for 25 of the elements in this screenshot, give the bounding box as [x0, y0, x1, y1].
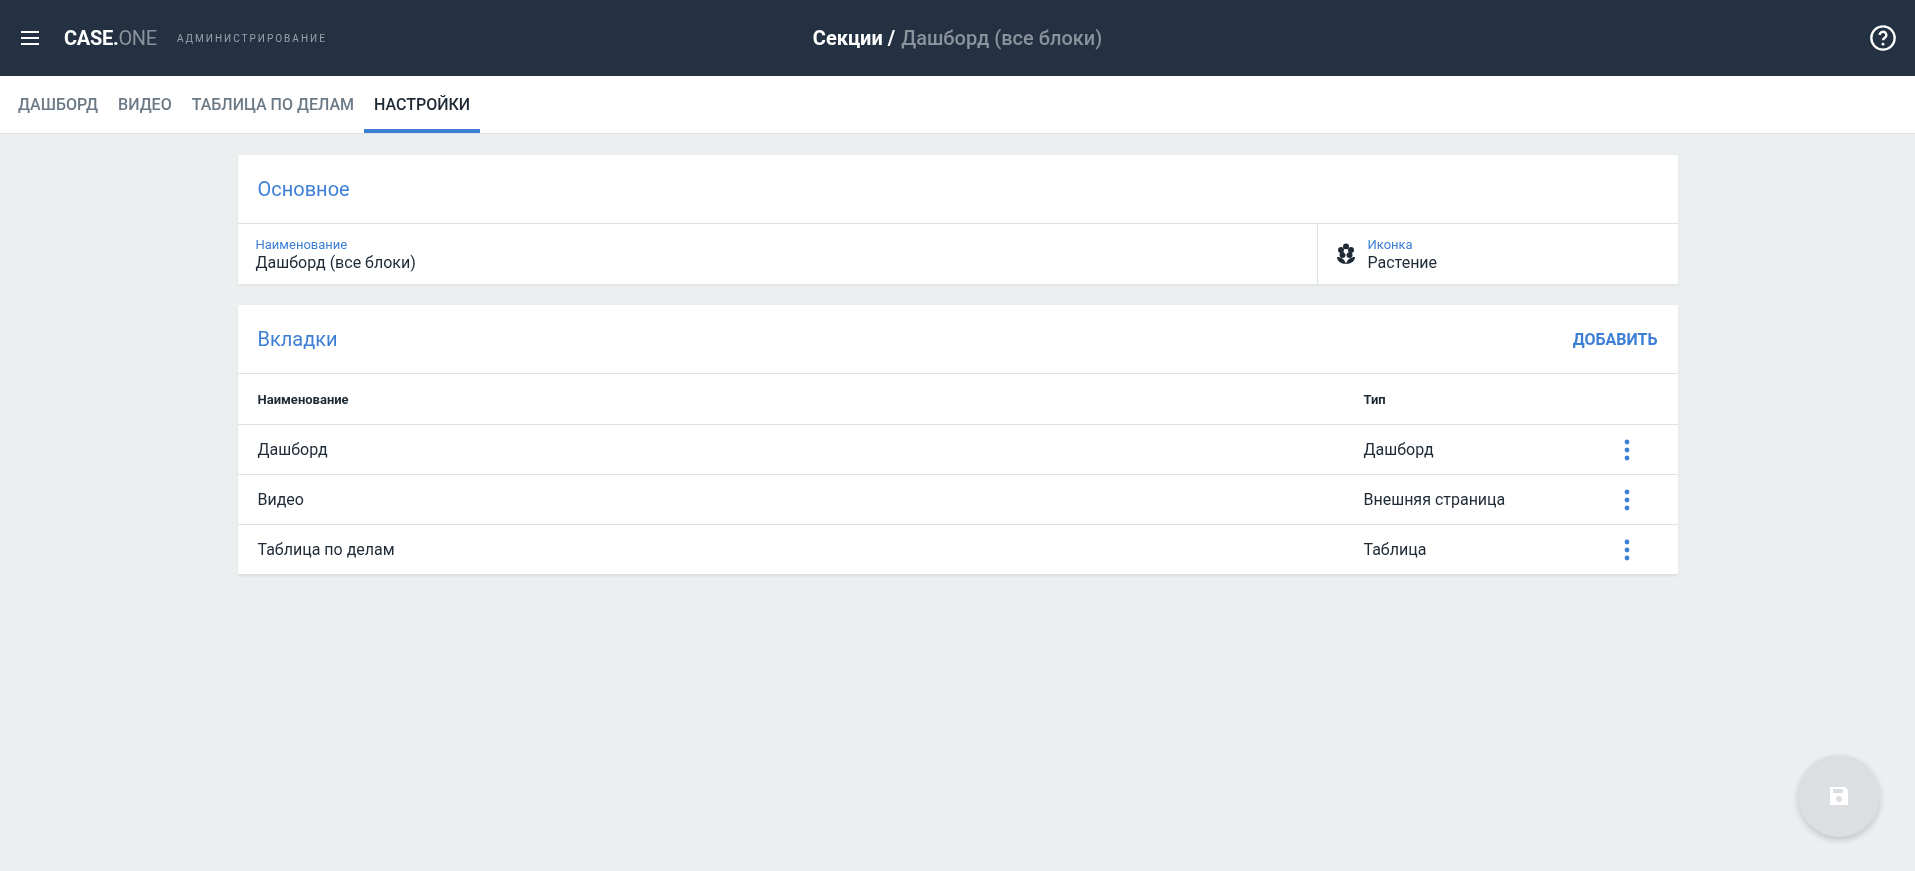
column-header: Наименование	[237, 374, 1344, 425]
nav-tab[interactable]: ТАБЛИЦА ПО ДЕЛАМ	[181, 80, 365, 133]
nav-tab[interactable]: НАСТРОЙКИ	[364, 80, 481, 133]
app-logo[interactable]: CASE.ONE	[64, 26, 157, 50]
breadcrumb-item: Дашборд (все блоки)	[901, 26, 1103, 50]
app-subtitle: АДМИНИСТРИРОВАНИЕ	[176, 32, 327, 44]
column-header: Тип	[1343, 374, 1624, 425]
table-cell: Таблица по делам	[237, 524, 1344, 575]
table-cell: Дашборд	[1343, 424, 1624, 475]
table-cell: Таблица	[1343, 524, 1624, 575]
card-title: Основное	[257, 177, 350, 201]
nav-tab[interactable]: ДАШБОРД	[8, 80, 109, 133]
table-cell: Внешняя страница	[1343, 474, 1624, 525]
add-button[interactable]: ДОБАВИТЬ	[1572, 325, 1658, 353]
table-cell: Дашборд	[237, 424, 1344, 475]
help-icon[interactable]	[1869, 24, 1897, 52]
more-icon[interactable]	[1623, 538, 1630, 561]
text-field[interactable]: Наименование Дашборд (все блоки)	[237, 224, 1318, 284]
card-title: Вкладки	[257, 327, 338, 351]
more-icon[interactable]	[1623, 488, 1630, 511]
breadcrumb-item[interactable]: Секции /	[812, 26, 896, 50]
table-cell: Видео	[237, 474, 1344, 525]
more-icon[interactable]	[1623, 438, 1630, 461]
nav-tab[interactable]: ВИДЕО	[108, 80, 182, 133]
icon-field[interactable]: Иконка Растение	[1317, 224, 1678, 284]
